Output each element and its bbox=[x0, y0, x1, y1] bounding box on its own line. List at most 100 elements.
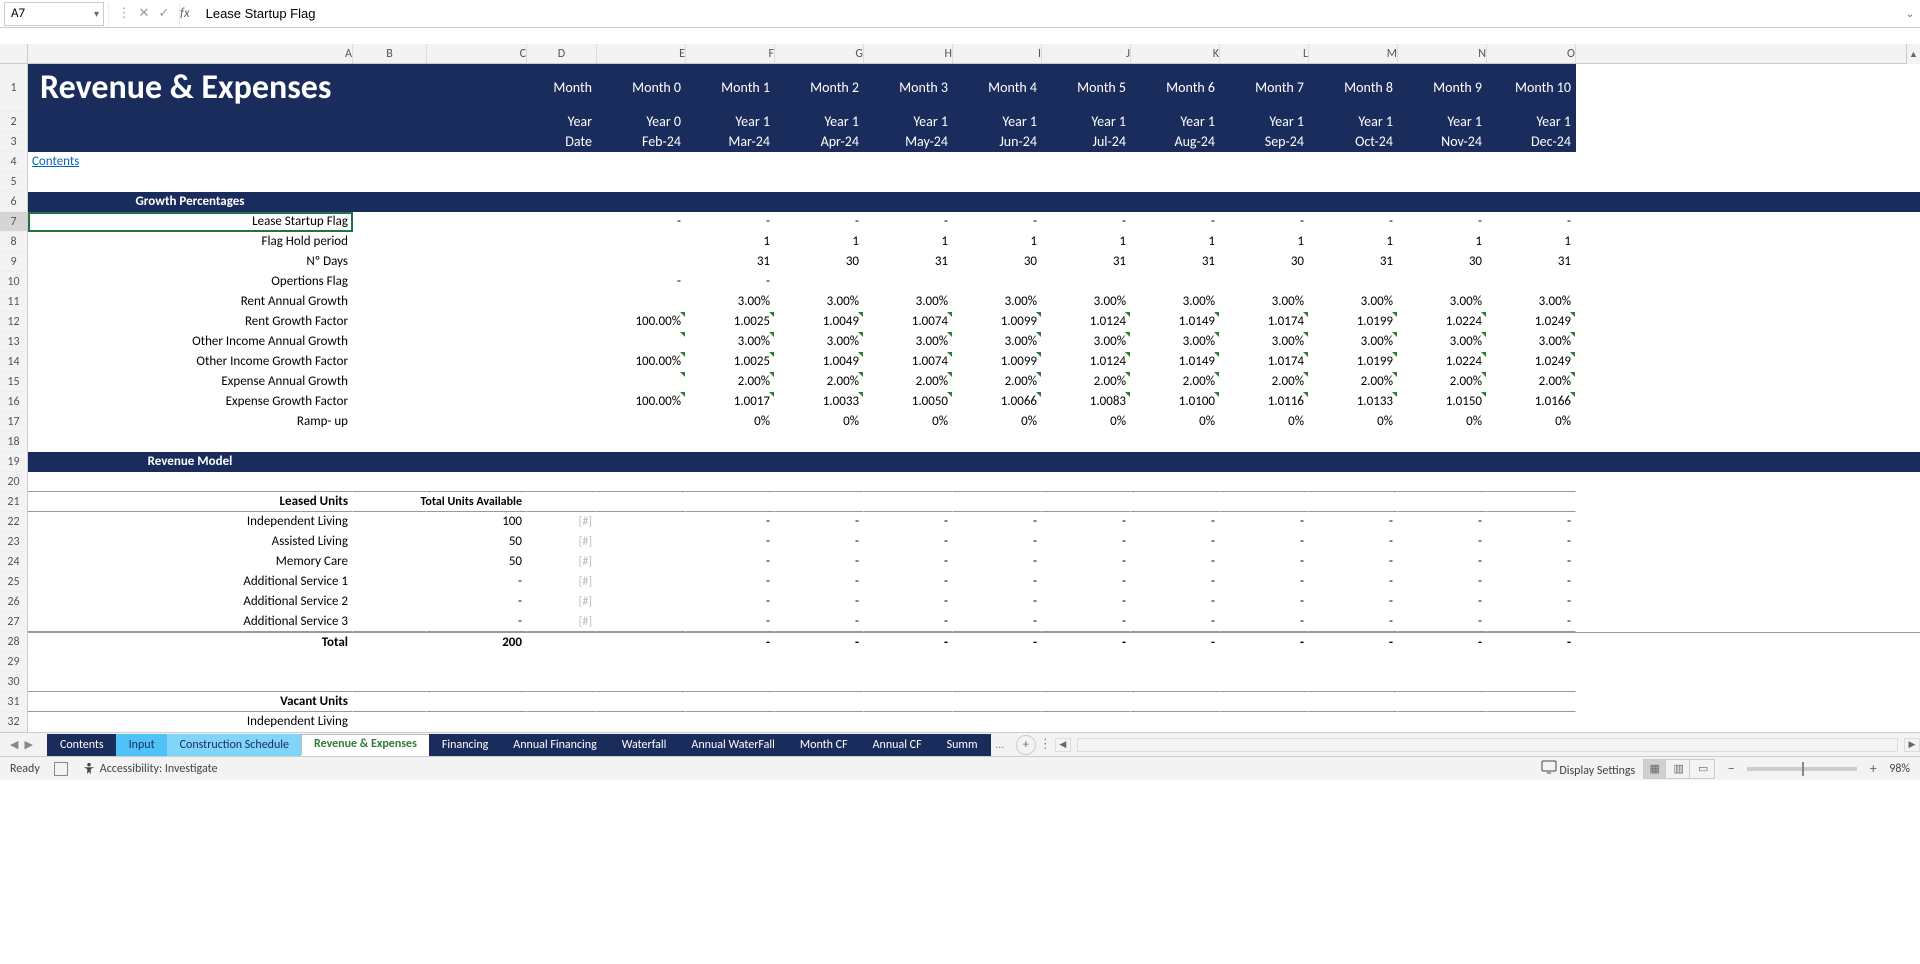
cell-F14[interactable]: 1.0025 bbox=[686, 352, 775, 372]
cell-J14[interactable]: 1.0124 bbox=[1042, 352, 1131, 372]
month-0[interactable]: Month 0 bbox=[597, 64, 686, 112]
cell-B8[interactable] bbox=[353, 232, 427, 252]
cell-I5[interactable] bbox=[953, 172, 1042, 192]
cell-D8[interactable] bbox=[527, 232, 597, 252]
cell-N17[interactable]: 0% bbox=[1398, 412, 1487, 432]
cell-M18[interactable] bbox=[1309, 432, 1398, 452]
cell-A20[interactable] bbox=[28, 472, 353, 492]
cell-C17[interactable] bbox=[427, 412, 527, 432]
tab-month-cf[interactable]: Month CF bbox=[787, 734, 861, 756]
tab-summ[interactable]: Summ bbox=[934, 734, 991, 756]
cell-D15[interactable] bbox=[527, 372, 597, 392]
cell-G13[interactable]: 3.00% bbox=[775, 332, 864, 352]
cell-D23[interactable]: [#] bbox=[527, 532, 597, 552]
cell-B25[interactable] bbox=[353, 572, 427, 592]
cell-L32[interactable] bbox=[1220, 712, 1309, 732]
cell-J26[interactable]: - bbox=[1042, 592, 1131, 612]
cell-A11[interactable]: Rent Annual Growth bbox=[28, 292, 353, 312]
row-header-31[interactable]: 31 bbox=[0, 692, 27, 712]
tab-annual-waterfall[interactable]: Annual WaterFall bbox=[678, 734, 787, 756]
cell-H24[interactable]: - bbox=[864, 552, 953, 572]
cells-area[interactable]: Revenue & Expenses Month Month 0 Month 1… bbox=[28, 64, 1920, 732]
date-4[interactable]: Jun-24 bbox=[953, 132, 1042, 152]
tab-input[interactable]: Input bbox=[116, 734, 168, 756]
cell-I12[interactable]: 1.0099 bbox=[953, 312, 1042, 332]
cell-D32[interactable] bbox=[527, 712, 597, 732]
cell-O27[interactable]: - bbox=[1487, 612, 1576, 632]
contents-link[interactable]: Contents bbox=[28, 152, 353, 172]
col-header-B[interactable]: B bbox=[353, 44, 427, 63]
cell-O7[interactable]: - bbox=[1487, 212, 1576, 232]
cell-A8[interactable]: Flag Hold period bbox=[28, 232, 353, 252]
cell-N23[interactable]: - bbox=[1398, 532, 1487, 552]
cell-G6[interactable] bbox=[775, 192, 864, 212]
col-header-H[interactable]: H bbox=[864, 44, 953, 63]
cell-H19[interactable] bbox=[864, 452, 953, 472]
cell-E21[interactable] bbox=[597, 492, 686, 512]
cell-C10[interactable] bbox=[427, 272, 527, 292]
date-7[interactable]: Sep-24 bbox=[1220, 132, 1309, 152]
year-4[interactable]: Year 1 bbox=[953, 112, 1042, 132]
cell-H22[interactable]: - bbox=[864, 512, 953, 532]
cell-B7[interactable] bbox=[353, 212, 427, 232]
cell-J31[interactable] bbox=[1042, 692, 1131, 712]
cell-A2[interactable] bbox=[28, 112, 353, 132]
cell-A27[interactable]: Additional Service 3 bbox=[28, 612, 353, 632]
cell-E4[interactable] bbox=[597, 152, 686, 172]
cell-G19[interactable] bbox=[775, 452, 864, 472]
cell-N19[interactable] bbox=[1398, 452, 1487, 472]
cell-H32[interactable] bbox=[864, 712, 953, 732]
cell-A15[interactable]: Expense Annual Growth bbox=[28, 372, 353, 392]
cell-H5[interactable] bbox=[864, 172, 953, 192]
cell-L17[interactable]: 0% bbox=[1220, 412, 1309, 432]
cell-N9[interactable]: 30 bbox=[1398, 252, 1487, 272]
cell-C1[interactable] bbox=[427, 64, 527, 112]
cell-J7[interactable]: - bbox=[1042, 212, 1131, 232]
growth-header[interactable]: Growth Percentages bbox=[28, 192, 353, 212]
row-header-30[interactable]: 30 bbox=[0, 672, 27, 692]
cell-D26[interactable]: [#] bbox=[527, 592, 597, 612]
cell-J15[interactable]: 2.00% bbox=[1042, 372, 1131, 392]
cell-E12[interactable]: 100.00% bbox=[597, 312, 686, 332]
tab-annual-financing[interactable]: Annual Financing bbox=[500, 734, 609, 756]
cell-C25[interactable]: - bbox=[427, 572, 527, 592]
cell-K29[interactable] bbox=[1131, 652, 1220, 672]
cell-B28[interactable] bbox=[353, 633, 427, 652]
cell-F30[interactable] bbox=[686, 672, 775, 692]
cell-C20[interactable] bbox=[427, 472, 527, 492]
cell-E18[interactable] bbox=[597, 432, 686, 452]
cell-C3[interactable] bbox=[427, 132, 527, 152]
cell-I30[interactable] bbox=[953, 672, 1042, 692]
cell-M27[interactable]: - bbox=[1309, 612, 1398, 632]
cell-B6[interactable] bbox=[353, 192, 427, 212]
cell-J17[interactable]: 0% bbox=[1042, 412, 1131, 432]
cell-E26[interactable] bbox=[597, 592, 686, 612]
cell-D20[interactable] bbox=[527, 472, 597, 492]
cell-N22[interactable]: - bbox=[1398, 512, 1487, 532]
cell-B21[interactable] bbox=[353, 492, 427, 512]
dropdown-icon[interactable]: ⋮ bbox=[115, 5, 133, 23]
cell-O32[interactable] bbox=[1487, 712, 1576, 732]
cell-E32[interactable] bbox=[597, 712, 686, 732]
cell-N18[interactable] bbox=[1398, 432, 1487, 452]
row-header-27[interactable]: 27 bbox=[0, 612, 27, 632]
cell-E9[interactable] bbox=[597, 252, 686, 272]
cell-F12[interactable]: 1.0025 bbox=[686, 312, 775, 332]
cell-I18[interactable] bbox=[953, 432, 1042, 452]
cell-E10[interactable]: - bbox=[597, 272, 686, 292]
cell-H21[interactable] bbox=[864, 492, 953, 512]
cell-N16[interactable]: 1.0150 bbox=[1398, 392, 1487, 412]
year-8[interactable]: Year 1 bbox=[1309, 112, 1398, 132]
cell-M7[interactable]: - bbox=[1309, 212, 1398, 232]
cell-B10[interactable] bbox=[353, 272, 427, 292]
cell-E17[interactable] bbox=[597, 412, 686, 432]
row-header-32[interactable]: 32 bbox=[0, 712, 27, 732]
cell-M12[interactable]: 1.0199 bbox=[1309, 312, 1398, 332]
cell-G10[interactable] bbox=[775, 272, 864, 292]
row-header-24[interactable]: 24 bbox=[0, 552, 27, 572]
cell-I15[interactable]: 2.00% bbox=[953, 372, 1042, 392]
date-3[interactable]: May-24 bbox=[864, 132, 953, 152]
cell-L19[interactable] bbox=[1220, 452, 1309, 472]
cell-O15[interactable]: 2.00% bbox=[1487, 372, 1576, 392]
cell-B2[interactable] bbox=[353, 112, 427, 132]
